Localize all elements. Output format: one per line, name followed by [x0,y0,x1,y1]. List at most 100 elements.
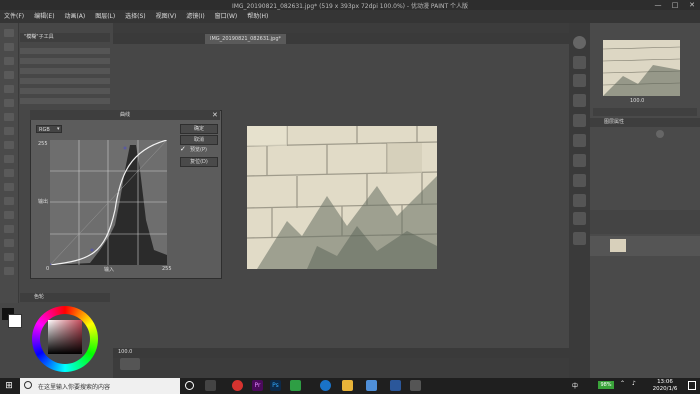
subtool-item[interactable] [20,88,110,94]
menu-layer[interactable]: 图层(L) [91,10,119,23]
zoom-value: 100.0 [118,349,133,355]
word-icon[interactable] [390,380,401,391]
ok-button[interactable]: 确定 [180,124,218,134]
clock-date: 2020/1/6 [652,386,678,392]
ime-indicator[interactable]: 中 [572,381,578,390]
premiere-icon[interactable]: Pr [252,380,263,391]
panel-icon[interactable] [573,114,586,127]
layer-row[interactable] [590,236,700,256]
browser-icon[interactable] [232,380,243,391]
menu-filter[interactable]: 滤镜(I) [182,10,208,23]
notification-icon[interactable] [688,381,696,390]
panel-icon[interactable] [573,154,586,167]
panel-icon[interactable] [573,194,586,207]
color-saturation-square[interactable] [48,320,82,354]
settings-icon[interactable] [656,130,664,138]
clock-time: 13:06 [657,379,673,385]
chevron-down-icon: ▾ [57,126,60,132]
photoshop-icon[interactable]: Ps [270,380,281,391]
tool-icon[interactable] [4,239,14,247]
tool-icon[interactable] [4,29,14,37]
menu-file[interactable]: 文件(F) [0,10,28,23]
menu-select[interactable]: 选择(S) [121,10,150,23]
tool-icon[interactable] [4,155,14,163]
start-icon[interactable]: ⊞ [0,378,18,394]
panel-icon[interactable] [573,74,586,87]
maximize-button[interactable]: □ [667,0,683,10]
tool-icon[interactable] [4,183,14,191]
tool-icon[interactable] [4,141,14,149]
close-button[interactable]: ✕ [684,0,700,10]
reset-button[interactable]: 复位(D) [180,157,218,167]
navigator-preview[interactable] [603,40,680,96]
tool-icon[interactable] [4,127,14,135]
curve-graph[interactable] [48,139,168,267]
tray-icon[interactable]: ⌃ [620,380,625,387]
tool-icon[interactable] [4,267,14,275]
tool-icon[interactable] [4,43,14,51]
tool-icon[interactable] [4,71,14,79]
tool-icon[interactable] [4,169,14,177]
tool-strip [0,23,19,303]
subtool-item[interactable] [20,98,110,104]
tool-icon[interactable] [4,211,14,219]
panel-icon[interactable] [573,212,586,225]
axis-max-right-label: 255 [162,266,172,272]
cancel-button[interactable]: 取消 [180,135,218,145]
tab-document[interactable]: IMG_20190821_082631.jpg* [205,34,287,44]
subtool-item[interactable] [20,78,110,84]
panel-icon[interactable] [573,134,586,147]
window-title: IMG_20190821_082631.jpg* (519 x 393px 72… [231,3,469,10]
app-icon[interactable] [290,380,301,391]
panel-icon[interactable] [573,94,586,107]
tool-icon[interactable] [4,57,14,65]
axis-max-label: 255 [38,141,48,147]
menu-animation[interactable]: 动画(A) [60,10,89,23]
checkbox-check-icon[interactable]: ✓ [180,146,188,153]
canvas-image [247,126,437,269]
panel-icon[interactable] [573,56,586,69]
edge-icon[interactable] [320,380,331,391]
battery-indicator[interactable]: 98% [598,381,614,389]
menu-view[interactable]: 视图(V) [152,10,181,23]
paint-app-icon[interactable] [366,380,377,391]
search-placeholder: 在这里输入你要搜索的内容 [38,384,111,391]
tool-icon[interactable] [4,113,14,121]
tool-icon[interactable] [4,225,14,233]
zoom-icon[interactable] [573,36,586,49]
file-explorer-icon[interactable] [342,380,353,391]
subtool-item[interactable] [20,48,110,54]
output-label: 输出 [38,199,49,205]
dialog-title-bar: 曲线 [30,110,220,120]
tool-icon[interactable] [4,99,14,107]
layer-property-header: 图层属性 [590,118,700,127]
panel-icon[interactable] [573,232,586,245]
preview-label: 预览(P) [190,147,207,153]
menu-help[interactable]: 帮助(H) [243,10,272,23]
sub-color-swatch[interactable] [8,314,22,328]
axis-min-label: 0 [46,266,50,272]
subtool-panel-header: "模糊"子工具 [20,33,110,42]
subtool-item[interactable] [20,58,110,64]
dialog-close-icon[interactable]: ✕ [212,111,219,119]
menu-edit[interactable]: 编辑(E) [30,10,58,23]
volume-icon[interactable]: ♪ [632,380,636,387]
menu-window[interactable]: 窗口(W) [211,10,242,23]
minimize-button[interactable]: — [650,0,666,10]
subtool-item[interactable] [20,68,110,74]
navigator-icon[interactable] [120,358,140,370]
input-label: 输入 [104,267,115,273]
panel-icon[interactable] [573,174,586,187]
dialog-title: 曲线 [119,112,130,118]
taskbar-clock[interactable]: 13:06 2020/1/6 [645,379,685,393]
layer-thumbnail [610,239,626,252]
status-bar: 100.0 [113,348,569,358]
task-view-icon[interactable] [205,380,216,391]
taskbar-search-box[interactable]: 在这里输入你要搜索的内容 [20,378,180,394]
photos-icon[interactable] [410,380,421,391]
navigator-zoom: 100.0 [630,98,645,104]
tool-icon[interactable] [4,197,14,205]
cortana-icon[interactable] [185,381,194,390]
tool-icon[interactable] [4,253,14,261]
tool-icon[interactable] [4,85,14,93]
